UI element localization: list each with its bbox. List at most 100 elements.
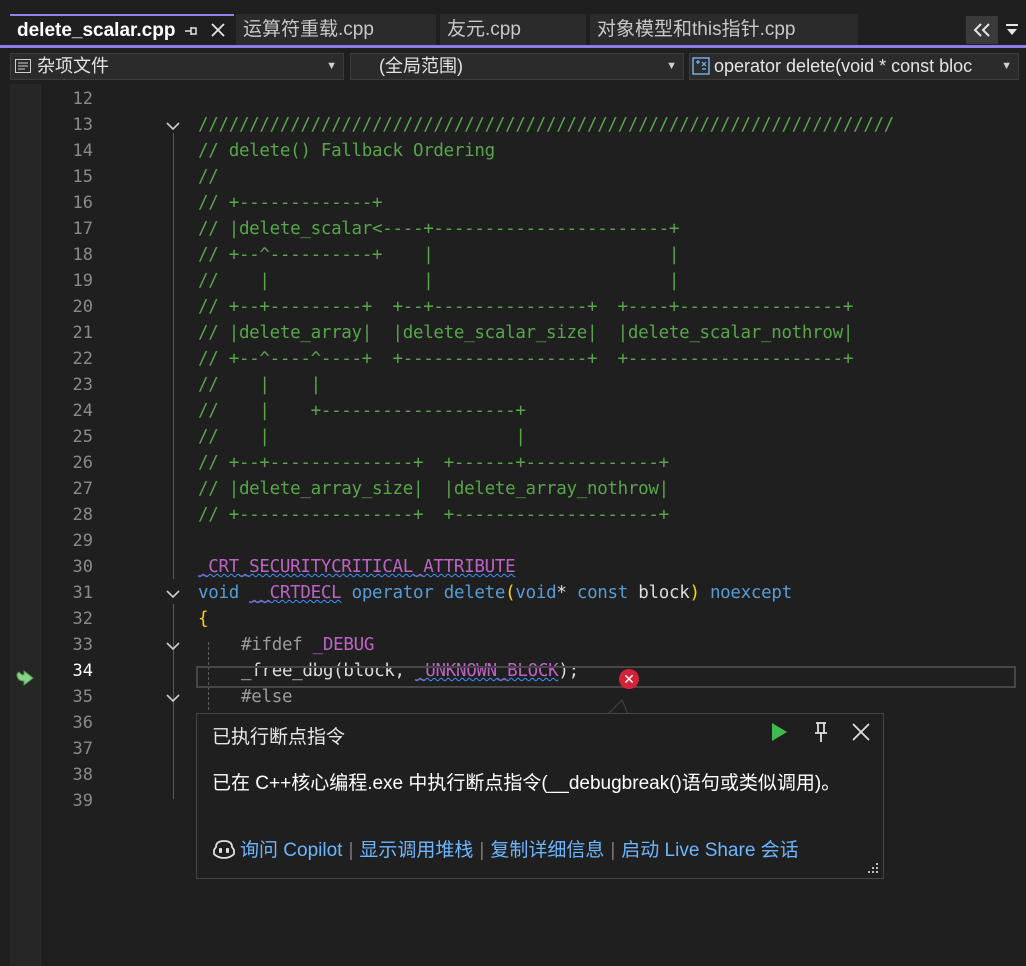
line-number: 29 (72, 531, 93, 551)
tab-operator-overload[interactable]: 运算符重载.cpp (236, 14, 436, 46)
line-number: 19 (72, 271, 93, 291)
line-number: 33 (72, 635, 93, 655)
scope-label: (全局范围) (379, 56, 463, 76)
current-statement-arrow-icon (16, 669, 34, 687)
code-text: ////////////////////////////////////////… (198, 115, 895, 135)
code-line: 26 // +--+--------------+ +------+------… (0, 450, 1026, 476)
line-number: 38 (72, 765, 93, 785)
start-live-share-link[interactable]: 启动 Live Share 会话 (621, 840, 798, 861)
error-icon[interactable]: ✕ (619, 669, 639, 689)
line-number: 31 (72, 583, 93, 603)
close-icon[interactable] (849, 720, 873, 744)
line-number: 32 (72, 609, 93, 629)
pin-icon[interactable] (809, 720, 833, 744)
code-text: // | | (198, 375, 321, 395)
tab-label: 运算符重载.cpp (243, 19, 374, 40)
code-line: 20 // +--+---------+ +--+---------------… (0, 294, 1026, 320)
chevron-down-icon: ▼ (666, 60, 677, 72)
line-number: 12 (72, 89, 93, 109)
project-dropdown[interactable]: 杂项文件 ▼ (10, 53, 344, 80)
copy-details-link[interactable]: 复制详细信息 (490, 840, 604, 861)
tab-label: delete_scalar.cpp (17, 20, 176, 41)
code-line: 25 // | | (0, 424, 1026, 450)
code-line: 23 // | | (0, 372, 1026, 398)
code-line: 21 // |delete_array| |delete_scalar_size… (0, 320, 1026, 346)
code-text: // +--^----------+ | | (198, 245, 680, 265)
collapse-chevron-icon[interactable] (164, 640, 182, 652)
line-number: 22 (72, 349, 93, 369)
tab-label: 对象模型和this指针.cpp (597, 19, 796, 40)
code-text: // |delete_array_size| |delete_array_not… (198, 479, 669, 499)
chevrons-left-icon (973, 23, 990, 37)
code-line: 22 // +--^----^----+ +------------------… (0, 346, 1026, 372)
current-line-highlight (196, 666, 1016, 688)
code-line: 15 // (0, 164, 1026, 190)
line-number: 36 (72, 713, 93, 733)
code-text: // +--^----^----+ +------------------+ +… (198, 349, 854, 369)
code-text: #ifdef _DEBUG (241, 635, 375, 655)
tab-friend[interactable]: 友元.cpp (440, 14, 586, 46)
code-text: // +--+---------+ +--+---------------+ +… (198, 297, 854, 317)
project-label: 杂项文件 (37, 56, 109, 76)
code-text: // | +-------------------+ (198, 401, 526, 421)
code-line: 13 /////////////////////////////////////… (0, 112, 1026, 138)
code-line: 28 // +-----------------+ +-------------… (0, 502, 1026, 528)
line-number: 13 (72, 115, 93, 135)
code-line: 30 _CRT_SECURITYCRITICAL_ATTRIBUTE (0, 554, 1026, 580)
line-number: 18 (72, 245, 93, 265)
code-line: 14 // delete() Fallback Ordering (0, 138, 1026, 164)
link-separator: | (479, 840, 485, 861)
tab-label: 友元.cpp (447, 19, 521, 40)
member-label: operator delete(void * const bloc (714, 56, 973, 76)
line-number: 27 (72, 479, 93, 499)
member-dropdown[interactable]: operator delete(void * const bloc ▼ (689, 53, 1019, 80)
document-tab-strip: delete_scalar.cpp 运算符重载.cpp 友元.cpp 对象模型和… (0, 0, 1026, 50)
popup-message: 已在 C++核心编程.exe 中执行断点指令(__debugbreak()语句或… (212, 773, 841, 794)
close-icon[interactable] (207, 20, 229, 44)
link-separator: | (610, 840, 616, 861)
code-text: // +-----------------+ +----------------… (198, 505, 669, 525)
tab-strip-underline (0, 45, 1026, 48)
tab-object-model[interactable]: 对象模型和this指针.cpp (590, 14, 858, 46)
code-line: 33 #ifdef _DEBUG (0, 632, 1026, 658)
code-text: // +--+--------------+ +------+---------… (198, 453, 669, 473)
pin-icon[interactable] (182, 20, 202, 44)
code-line: 31 void __CRTDECL operator delete(void* … (0, 580, 1026, 606)
code-text: void __CRTDECL operator delete(void* con… (198, 583, 792, 603)
line-number: 23 (72, 375, 93, 395)
play-icon[interactable] (767, 720, 791, 744)
code-line: 18 // +--^----------+ | | (0, 242, 1026, 268)
line-number: 24 (72, 401, 93, 421)
line-number: 21 (72, 323, 93, 343)
line-number: 14 (72, 141, 93, 161)
line-number: 15 (72, 167, 93, 187)
line-number: 26 (72, 453, 93, 473)
show-call-stack-link[interactable]: 显示调用堆栈 (359, 840, 473, 861)
tab-list-dropdown-icon[interactable] (1002, 20, 1022, 44)
code-line: 19 // | | | (0, 268, 1026, 294)
tab-overflow-button[interactable] (966, 16, 998, 44)
line-number: 37 (72, 739, 93, 759)
collapse-chevron-icon[interactable] (164, 120, 182, 132)
exception-helper-popup: 已执行断点指令 已在 C++核心编程.exe 中执行断点指令(__debugbr… (196, 713, 884, 879)
code-text: // | | (198, 427, 526, 447)
line-number: 30 (72, 557, 93, 577)
chevron-down-icon: ▼ (998, 54, 1012, 79)
collapse-chevron-icon[interactable] (164, 588, 182, 600)
line-number: 17 (72, 219, 93, 239)
resize-grip-icon[interactable] (864, 859, 880, 875)
line-number: 25 (72, 427, 93, 447)
collapse-chevron-icon[interactable] (164, 692, 182, 704)
code-line: 29 (0, 528, 1026, 554)
code-line: 24 // | +-------------------+ (0, 398, 1026, 424)
ask-copilot-link[interactable]: 询问 Copilot (240, 840, 342, 861)
code-text: // +-------------+ (198, 193, 383, 213)
misc-files-icon (15, 55, 31, 73)
line-number: 34 (72, 661, 93, 681)
code-line: 12 (0, 86, 1026, 112)
code-text: // | | | (198, 271, 680, 291)
navigation-bar: 杂项文件 ▼ (全局范围) ▼ operator delete(void * c… (0, 50, 1026, 83)
code-line: 16 // +-------------+ (0, 190, 1026, 216)
scope-dropdown[interactable]: (全局范围) ▼ (350, 53, 684, 80)
code-line: 27 // |delete_array_size| |delete_array_… (0, 476, 1026, 502)
